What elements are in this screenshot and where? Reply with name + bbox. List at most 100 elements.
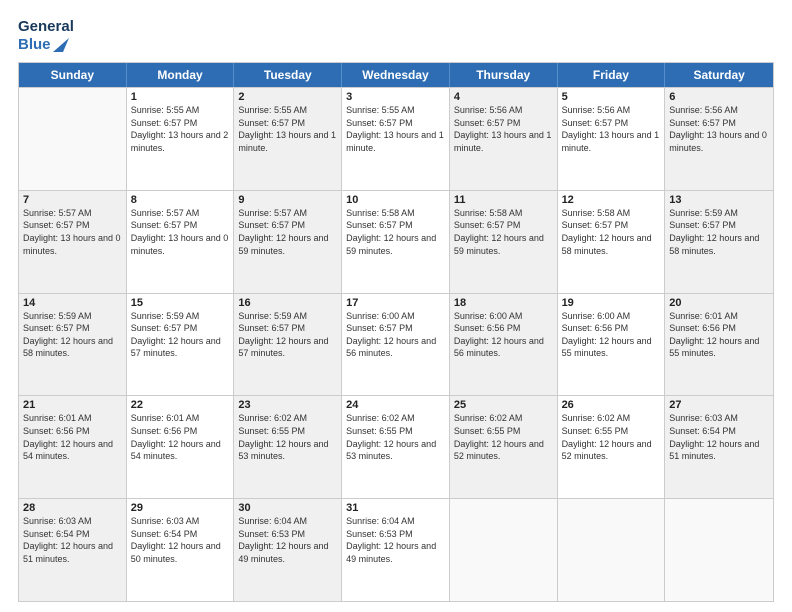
day-header-thursday: Thursday — [450, 63, 558, 87]
cell-date-30: 30 — [238, 502, 337, 514]
cell-info: Sunrise: 5:55 AM Sunset: 6:57 PM Dayligh… — [346, 104, 445, 154]
cell-date-16: 16 — [238, 297, 337, 309]
cal-cell — [665, 499, 773, 601]
cell-date-14: 14 — [23, 297, 122, 309]
cell-info: Sunrise: 5:59 AM Sunset: 6:57 PM Dayligh… — [669, 207, 769, 257]
cell-date-25: 25 — [454, 399, 553, 411]
header: GeneralBlue — [18, 18, 774, 54]
cal-cell: 29Sunrise: 6:03 AM Sunset: 6:54 PM Dayli… — [127, 499, 235, 601]
logo-bird-icon — [53, 38, 69, 52]
cal-cell: 24Sunrise: 6:02 AM Sunset: 6:55 PM Dayli… — [342, 396, 450, 498]
cal-cell: 31Sunrise: 6:04 AM Sunset: 6:53 PM Dayli… — [342, 499, 450, 601]
cell-date-18: 18 — [454, 297, 553, 309]
cal-cell: 28Sunrise: 6:03 AM Sunset: 6:54 PM Dayli… — [19, 499, 127, 601]
cell-info: Sunrise: 5:55 AM Sunset: 6:57 PM Dayligh… — [131, 104, 230, 154]
cell-info: Sunrise: 6:03 AM Sunset: 6:54 PM Dayligh… — [131, 515, 230, 565]
week-row-1: 1Sunrise: 5:55 AM Sunset: 6:57 PM Daylig… — [19, 87, 773, 190]
cell-info: Sunrise: 6:03 AM Sunset: 6:54 PM Dayligh… — [23, 515, 122, 565]
cal-cell: 10Sunrise: 5:58 AM Sunset: 6:57 PM Dayli… — [342, 191, 450, 293]
cal-cell: 18Sunrise: 6:00 AM Sunset: 6:56 PM Dayli… — [450, 294, 558, 396]
cell-info: Sunrise: 6:03 AM Sunset: 6:54 PM Dayligh… — [669, 412, 769, 462]
cell-info: Sunrise: 5:59 AM Sunset: 6:57 PM Dayligh… — [238, 310, 337, 360]
cell-info: Sunrise: 5:56 AM Sunset: 6:57 PM Dayligh… — [669, 104, 769, 154]
cell-date-13: 13 — [669, 194, 769, 206]
cal-cell: 30Sunrise: 6:04 AM Sunset: 6:53 PM Dayli… — [234, 499, 342, 601]
calendar-body: 1Sunrise: 5:55 AM Sunset: 6:57 PM Daylig… — [19, 87, 773, 601]
cell-date-6: 6 — [669, 91, 769, 103]
cell-date-27: 27 — [669, 399, 769, 411]
cell-date-19: 19 — [562, 297, 661, 309]
cell-date-11: 11 — [454, 194, 553, 206]
day-header-wednesday: Wednesday — [342, 63, 450, 87]
cell-info: Sunrise: 5:57 AM Sunset: 6:57 PM Dayligh… — [23, 207, 122, 257]
cell-info: Sunrise: 5:58 AM Sunset: 6:57 PM Dayligh… — [562, 207, 661, 257]
cal-cell: 20Sunrise: 6:01 AM Sunset: 6:56 PM Dayli… — [665, 294, 773, 396]
cell-info: Sunrise: 6:01 AM Sunset: 6:56 PM Dayligh… — [669, 310, 769, 360]
cell-info: Sunrise: 5:59 AM Sunset: 6:57 PM Dayligh… — [23, 310, 122, 360]
cell-date-7: 7 — [23, 194, 122, 206]
cal-cell: 26Sunrise: 6:02 AM Sunset: 6:55 PM Dayli… — [558, 396, 666, 498]
cell-date-2: 2 — [238, 91, 337, 103]
cell-date-17: 17 — [346, 297, 445, 309]
cell-date-24: 24 — [346, 399, 445, 411]
day-header-tuesday: Tuesday — [234, 63, 342, 87]
cell-info: Sunrise: 5:56 AM Sunset: 6:57 PM Dayligh… — [454, 104, 553, 154]
cal-cell: 13Sunrise: 5:59 AM Sunset: 6:57 PM Dayli… — [665, 191, 773, 293]
cal-cell: 15Sunrise: 5:59 AM Sunset: 6:57 PM Dayli… — [127, 294, 235, 396]
cell-date-10: 10 — [346, 194, 445, 206]
cell-date-22: 22 — [131, 399, 230, 411]
cal-cell: 5Sunrise: 5:56 AM Sunset: 6:57 PM Daylig… — [558, 88, 666, 190]
cell-info: Sunrise: 6:00 AM Sunset: 6:56 PM Dayligh… — [454, 310, 553, 360]
cell-info: Sunrise: 5:59 AM Sunset: 6:57 PM Dayligh… — [131, 310, 230, 360]
cell-date-12: 12 — [562, 194, 661, 206]
cell-info: Sunrise: 5:58 AM Sunset: 6:57 PM Dayligh… — [454, 207, 553, 257]
cell-info: Sunrise: 5:56 AM Sunset: 6:57 PM Dayligh… — [562, 104, 661, 154]
cell-info: Sunrise: 5:58 AM Sunset: 6:57 PM Dayligh… — [346, 207, 445, 257]
cal-cell: 14Sunrise: 5:59 AM Sunset: 6:57 PM Dayli… — [19, 294, 127, 396]
cal-cell: 23Sunrise: 6:02 AM Sunset: 6:55 PM Dayli… — [234, 396, 342, 498]
cal-cell: 8Sunrise: 5:57 AM Sunset: 6:57 PM Daylig… — [127, 191, 235, 293]
cell-info: Sunrise: 5:57 AM Sunset: 6:57 PM Dayligh… — [131, 207, 230, 257]
cell-date-5: 5 — [562, 91, 661, 103]
cell-info: Sunrise: 6:00 AM Sunset: 6:57 PM Dayligh… — [346, 310, 445, 360]
cal-cell: 4Sunrise: 5:56 AM Sunset: 6:57 PM Daylig… — [450, 88, 558, 190]
page: GeneralBlue SundayMondayTuesdayWednesday… — [0, 0, 792, 612]
cell-date-31: 31 — [346, 502, 445, 514]
cal-cell: 2Sunrise: 5:55 AM Sunset: 6:57 PM Daylig… — [234, 88, 342, 190]
day-header-sunday: Sunday — [19, 63, 127, 87]
cell-info: Sunrise: 6:02 AM Sunset: 6:55 PM Dayligh… — [562, 412, 661, 462]
cal-cell: 7Sunrise: 5:57 AM Sunset: 6:57 PM Daylig… — [19, 191, 127, 293]
cal-cell: 21Sunrise: 6:01 AM Sunset: 6:56 PM Dayli… — [19, 396, 127, 498]
week-row-5: 28Sunrise: 6:03 AM Sunset: 6:54 PM Dayli… — [19, 498, 773, 601]
cell-date-20: 20 — [669, 297, 769, 309]
cal-cell: 6Sunrise: 5:56 AM Sunset: 6:57 PM Daylig… — [665, 88, 773, 190]
cal-cell — [19, 88, 127, 190]
week-row-3: 14Sunrise: 5:59 AM Sunset: 6:57 PM Dayli… — [19, 293, 773, 396]
cell-info: Sunrise: 6:02 AM Sunset: 6:55 PM Dayligh… — [346, 412, 445, 462]
week-row-4: 21Sunrise: 6:01 AM Sunset: 6:56 PM Dayli… — [19, 395, 773, 498]
logo: GeneralBlue — [18, 18, 74, 54]
cal-cell: 19Sunrise: 6:00 AM Sunset: 6:56 PM Dayli… — [558, 294, 666, 396]
cal-cell: 17Sunrise: 6:00 AM Sunset: 6:57 PM Dayli… — [342, 294, 450, 396]
day-header-friday: Friday — [558, 63, 666, 87]
cell-date-8: 8 — [131, 194, 230, 206]
cal-cell: 1Sunrise: 5:55 AM Sunset: 6:57 PM Daylig… — [127, 88, 235, 190]
cal-cell — [450, 499, 558, 601]
cal-cell: 12Sunrise: 5:58 AM Sunset: 6:57 PM Dayli… — [558, 191, 666, 293]
cell-date-26: 26 — [562, 399, 661, 411]
cal-cell: 22Sunrise: 6:01 AM Sunset: 6:56 PM Dayli… — [127, 396, 235, 498]
cell-date-3: 3 — [346, 91, 445, 103]
cell-info: Sunrise: 6:01 AM Sunset: 6:56 PM Dayligh… — [23, 412, 122, 462]
week-row-2: 7Sunrise: 5:57 AM Sunset: 6:57 PM Daylig… — [19, 190, 773, 293]
logo-blue: Blue — [18, 36, 69, 54]
cell-date-23: 23 — [238, 399, 337, 411]
cal-cell: 9Sunrise: 5:57 AM Sunset: 6:57 PM Daylig… — [234, 191, 342, 293]
cell-info: Sunrise: 5:55 AM Sunset: 6:57 PM Dayligh… — [238, 104, 337, 154]
cell-date-21: 21 — [23, 399, 122, 411]
day-header-saturday: Saturday — [665, 63, 773, 87]
day-header-monday: Monday — [127, 63, 235, 87]
calendar: SundayMondayTuesdayWednesdayThursdayFrid… — [18, 62, 774, 602]
cal-cell: 3Sunrise: 5:55 AM Sunset: 6:57 PM Daylig… — [342, 88, 450, 190]
cal-cell: 11Sunrise: 5:58 AM Sunset: 6:57 PM Dayli… — [450, 191, 558, 293]
cell-info: Sunrise: 6:02 AM Sunset: 6:55 PM Dayligh… — [454, 412, 553, 462]
